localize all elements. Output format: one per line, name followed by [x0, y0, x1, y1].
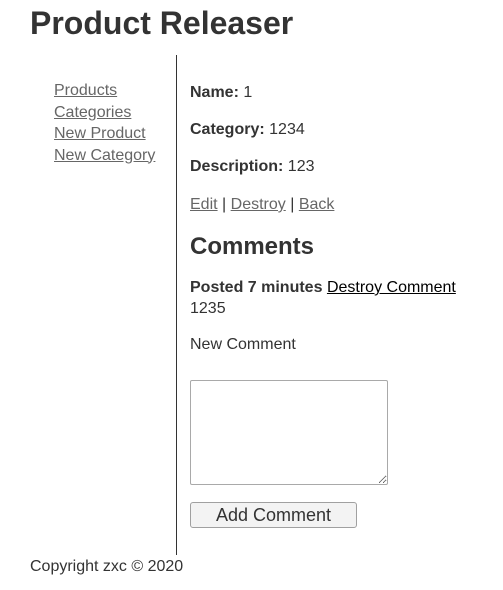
destroy-comment-link[interactable]: Destroy Comment [327, 279, 456, 296]
add-comment-button[interactable]: Add Comment [190, 502, 357, 528]
comment-item: Posted 7 minutes Destroy Comment 1235 [190, 277, 456, 319]
site-title: Product Releaser [30, 5, 294, 41]
comments-heading: Comments [190, 233, 315, 260]
action-separator: | [290, 196, 295, 213]
comment-textarea[interactable] [190, 380, 388, 485]
product-name-label: Name: [190, 84, 239, 101]
product-name-row: Name: 1 [190, 83, 252, 103]
product-category-value: 1234 [269, 121, 305, 138]
product-description-row: Description: 123 [190, 157, 315, 177]
action-separator: | [222, 196, 227, 213]
destroy-link[interactable]: Destroy [231, 196, 286, 213]
sidebar-item-new-product[interactable]: New Product [54, 123, 172, 145]
sidebar-item-new-category[interactable]: New Category [54, 145, 172, 167]
edit-link[interactable]: Edit [190, 196, 218, 213]
sidebar-nav: Products Categories New Product New Cate… [54, 80, 172, 166]
sidebar-item-categories[interactable]: Categories [54, 102, 172, 124]
back-link[interactable]: Back [299, 196, 335, 213]
new-comment-label: New Comment [190, 336, 296, 353]
comment-body: 1235 [190, 300, 226, 317]
footer-copyright: Copyright zxc © 2020 [30, 558, 184, 575]
product-category-row: Category: 1234 [190, 120, 305, 140]
product-actions: Edit | Destroy | Back [190, 195, 334, 215]
product-description-label: Description: [190, 158, 284, 175]
sidebar-divider [176, 55, 177, 555]
comment-meta: Posted 7 minutes [190, 279, 323, 296]
product-category-label: Category: [190, 121, 265, 138]
sidebar-item-products[interactable]: Products [54, 80, 172, 102]
product-description-value: 123 [287, 158, 315, 175]
product-name-value: 1 [243, 84, 253, 101]
